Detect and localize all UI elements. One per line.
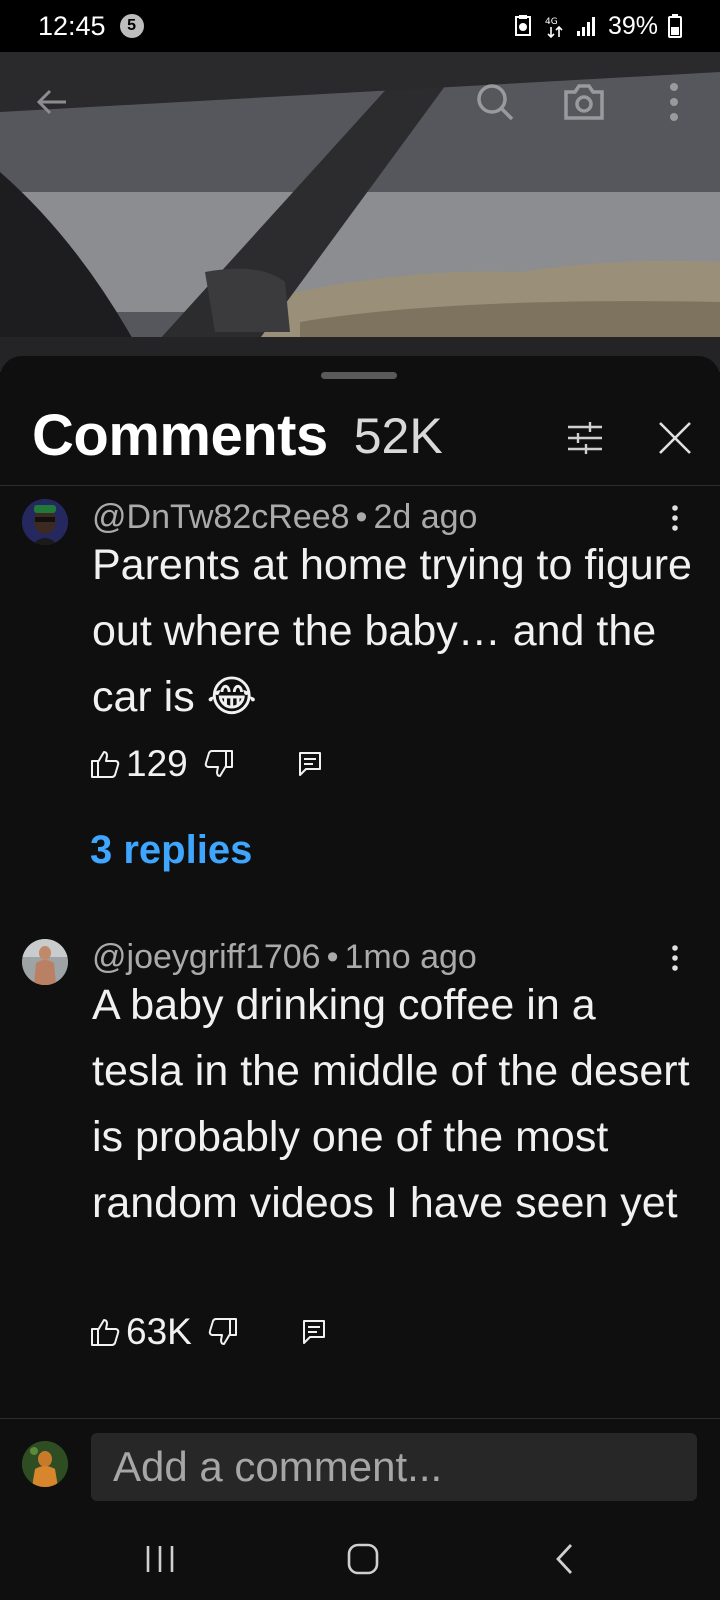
status-time: 12:45 xyxy=(38,10,106,41)
meta-separator: • xyxy=(326,938,339,976)
avatar-image xyxy=(22,939,68,985)
battery-icon xyxy=(668,14,682,38)
battery-level: 39% xyxy=(607,11,658,40)
system-navigation-bar xyxy=(0,1522,720,1600)
comments-title: Comments xyxy=(32,403,328,468)
reply-comment-icon xyxy=(302,1320,325,1344)
recents-button[interactable] xyxy=(130,1534,190,1584)
video-player[interactable] xyxy=(0,52,720,372)
thumbs-down-icon xyxy=(204,750,233,777)
comment-age: 2d ago xyxy=(373,498,478,536)
back-icon xyxy=(556,1544,573,1574)
notification-count-badge: 5 xyxy=(119,14,144,38)
comment-author[interactable]: @DnTw82cRee8 xyxy=(92,498,350,536)
signal-icon xyxy=(576,15,598,37)
status-bar: 12:45 5 4G 39% xyxy=(0,0,720,52)
user-avatar xyxy=(22,1441,68,1487)
home-icon xyxy=(347,1543,379,1575)
add-comment-input[interactable] xyxy=(91,1433,697,1501)
comment-actions: 63K xyxy=(90,1310,326,1354)
thumbs-up-icon xyxy=(91,1319,120,1346)
back-button[interactable] xyxy=(24,74,80,130)
dislike-button[interactable] xyxy=(208,1317,238,1347)
drag-handle[interactable] xyxy=(321,372,397,379)
more-vert-icon xyxy=(672,945,678,971)
dislike-button[interactable] xyxy=(204,749,234,779)
more-options-button[interactable] xyxy=(646,74,702,130)
status-icons: 4G 39% xyxy=(512,12,682,41)
comments-count: 52K xyxy=(353,407,443,464)
comment-author[interactable]: @joeygriff1706 xyxy=(92,938,321,976)
more-vert-icon xyxy=(672,505,678,531)
comments-header: Comments 52K xyxy=(0,386,720,486)
camera-icon xyxy=(564,84,604,120)
like-count: 129 xyxy=(126,743,188,784)
avatar[interactable] xyxy=(22,939,68,985)
search-button[interactable] xyxy=(467,74,523,130)
like-count: 63K xyxy=(126,1311,192,1352)
comment-composer xyxy=(0,1418,720,1522)
thumbs-down-icon xyxy=(208,1318,237,1345)
view-replies-link[interactable]: 3 replies xyxy=(90,828,252,873)
avatar[interactable] xyxy=(22,499,68,545)
comments-sheet: Comments 52K @DnTw82cRee8 • 2d ago Paren… xyxy=(0,356,720,1600)
like-button[interactable]: 63K xyxy=(90,1311,192,1353)
reply-button[interactable] xyxy=(298,751,322,777)
reply-button[interactable] xyxy=(302,1319,326,1345)
back-arrow-icon xyxy=(36,89,66,115)
data-transfer-icon: 4G xyxy=(544,13,566,39)
filter-sliders-icon xyxy=(568,422,602,454)
lock-app-icon xyxy=(512,14,534,38)
close-button[interactable] xyxy=(645,408,705,468)
meta-separator: • xyxy=(355,498,368,536)
search-icon xyxy=(477,84,514,121)
close-icon xyxy=(659,422,691,454)
comment-actions: 129 xyxy=(90,742,322,786)
reply-comment-icon xyxy=(298,752,321,776)
nav-back-button[interactable] xyxy=(535,1534,595,1584)
user-avatar-image xyxy=(22,1441,68,1487)
comment-text: A baby drinking coffee in a tesla in the… xyxy=(92,981,690,1227)
comment-age: 1mo ago xyxy=(344,938,477,976)
recents-icon xyxy=(146,1546,174,1572)
avatar-image xyxy=(22,499,68,545)
more-vert-icon xyxy=(670,83,678,121)
home-button[interactable] xyxy=(333,1534,393,1584)
like-button[interactable]: 129 xyxy=(90,743,188,785)
filter-button[interactable] xyxy=(555,408,615,468)
svg-text:4G: 4G xyxy=(545,17,558,27)
comment-text: Parents at home trying to figure out whe… xyxy=(92,541,692,721)
camera-button[interactable] xyxy=(556,74,612,130)
video-frame xyxy=(0,52,720,372)
thumbs-up-icon xyxy=(91,751,120,778)
